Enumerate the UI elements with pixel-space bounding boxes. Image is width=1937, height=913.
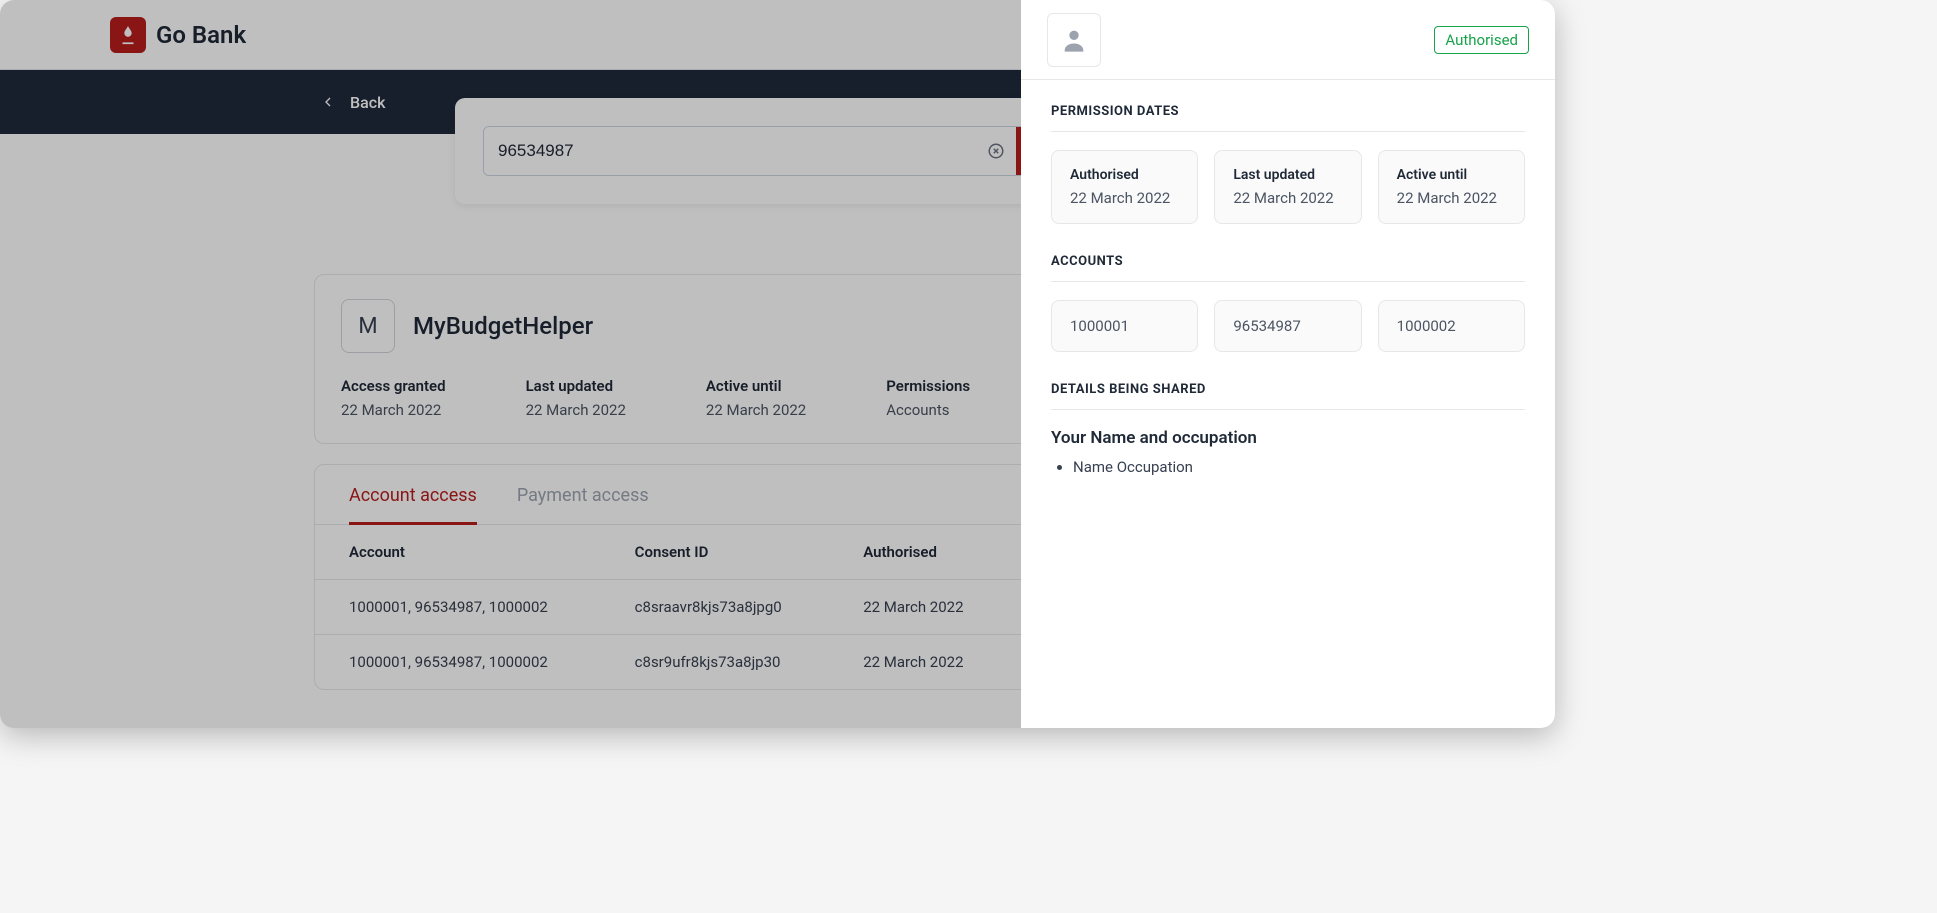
consent-detail-panel: Authorised PERMISSION DATES Authorised 2… xyxy=(1021,0,1555,728)
card-label: Active until xyxy=(1397,167,1506,183)
account-number: 1000001 xyxy=(1070,317,1129,335)
status-badge: Authorised xyxy=(1434,26,1529,54)
app-frame: Go Bank Consent management Back M MyBudg… xyxy=(0,0,1555,728)
account-card[interactable]: 96534987 xyxy=(1214,300,1361,352)
panel-body: PERMISSION DATES Authorised 22 March 202… xyxy=(1021,80,1555,500)
account-card[interactable]: 1000001 xyxy=(1051,300,1198,352)
panel-header: Authorised xyxy=(1021,0,1555,80)
user-icon xyxy=(1060,26,1088,54)
section-accounts: ACCOUNTS xyxy=(1051,254,1525,282)
detail-heading: Your Name and occupation xyxy=(1051,428,1525,448)
account-number: 96534987 xyxy=(1233,317,1300,335)
accounts-row: 1000001 96534987 1000002 xyxy=(1051,300,1525,352)
card-value: 22 March 2022 xyxy=(1070,189,1179,207)
avatar xyxy=(1047,13,1101,67)
permission-dates-row: Authorised 22 March 2022 Last updated 22… xyxy=(1051,150,1525,224)
date-card-authorised: Authorised 22 March 2022 xyxy=(1051,150,1198,224)
card-value: 22 March 2022 xyxy=(1233,189,1342,207)
section-details-shared: DETAILS BEING SHARED xyxy=(1051,382,1525,410)
card-label: Last updated xyxy=(1233,167,1342,183)
date-card-last-updated: Last updated 22 March 2022 xyxy=(1214,150,1361,224)
section-permission-dates: PERMISSION DATES xyxy=(1051,104,1525,132)
date-card-active-until: Active until 22 March 2022 xyxy=(1378,150,1525,224)
detail-list: Name Occupation xyxy=(1051,458,1525,476)
detail-item: Name Occupation xyxy=(1073,458,1525,476)
card-value: 22 March 2022 xyxy=(1397,189,1506,207)
card-label: Authorised xyxy=(1070,167,1179,183)
account-number: 1000002 xyxy=(1397,317,1456,335)
account-card[interactable]: 1000002 xyxy=(1378,300,1525,352)
